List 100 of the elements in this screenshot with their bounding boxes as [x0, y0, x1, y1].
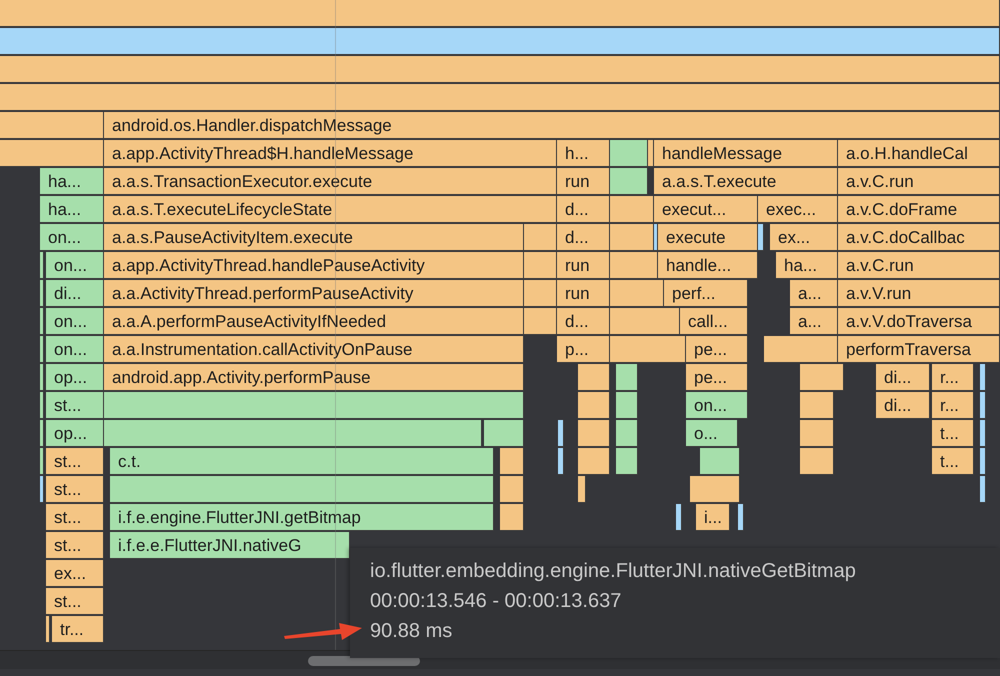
call-frame[interactable]: a.v.V.doTraversa	[838, 308, 1000, 335]
call-frame[interactable]: a.a.A.performPauseActivityIfNeeded	[104, 308, 524, 335]
call-frame[interactable]: handle...	[658, 252, 758, 279]
call-frame[interactable]: p...	[557, 336, 610, 363]
call-frame[interactable]	[40, 336, 44, 363]
call-frame[interactable]: performTraversa	[838, 336, 1000, 363]
call-frame[interactable]	[980, 448, 986, 475]
call-frame[interactable]	[558, 420, 564, 447]
call-frame[interactable]	[110, 476, 494, 503]
call-frame[interactable]: d...	[557, 196, 610, 223]
call-frame[interactable]	[738, 504, 744, 531]
call-frame[interactable]	[610, 140, 648, 167]
call-frame[interactable]	[524, 280, 557, 307]
call-frame[interactable]: a.a.s.T.execute	[654, 168, 838, 195]
call-frame[interactable]: t...	[932, 448, 974, 475]
call-frame[interactable]: i.f.e.e.FlutterJNI.nativeG	[110, 532, 350, 559]
call-frame[interactable]: a.a.Instrumentation.callActivityOnPause	[104, 336, 524, 363]
call-frame[interactable]: ex...	[46, 560, 104, 587]
call-frame[interactable]	[500, 476, 524, 503]
call-frame[interactable]	[40, 448, 44, 475]
call-frame[interactable]	[610, 336, 686, 363]
call-frame[interactable]: perf...	[664, 280, 748, 307]
call-frame[interactable]: di...	[46, 280, 104, 307]
call-frame[interactable]: on...	[46, 308, 104, 335]
call-frame[interactable]	[648, 140, 654, 167]
call-frame[interactable]: tr...	[52, 616, 104, 643]
call-frame[interactable]: pe...	[686, 336, 748, 363]
call-frame[interactable]: a.a.s.TransactionExecutor.execute	[104, 168, 557, 195]
call-frame[interactable]: a.v.C.doCallbac	[838, 224, 1000, 251]
call-frame[interactable]: run	[557, 168, 610, 195]
call-frame[interactable]: st...	[46, 588, 104, 615]
call-frame[interactable]: st...	[46, 504, 104, 531]
call-frame[interactable]	[578, 392, 610, 419]
call-frame[interactable]	[40, 252, 44, 279]
call-frame[interactable]: exec...	[758, 196, 838, 223]
call-frame[interactable]: on...	[46, 336, 104, 363]
call-frame[interactable]	[616, 392, 638, 419]
call-frame[interactable]: execut...	[654, 196, 758, 223]
call-frame[interactable]	[616, 420, 638, 447]
call-frame[interactable]	[654, 224, 658, 251]
call-frame[interactable]: d...	[557, 224, 610, 251]
call-frame[interactable]: h...	[557, 140, 610, 167]
call-frame[interactable]	[46, 616, 50, 643]
call-frame[interactable]: on...	[46, 252, 104, 279]
call-frame[interactable]	[40, 476, 44, 503]
call-frame[interactable]	[610, 224, 654, 251]
call-frame[interactable]: on...	[686, 392, 748, 419]
call-frame[interactable]	[616, 448, 638, 475]
call-frame[interactable]	[610, 252, 658, 279]
call-frame[interactable]: st...	[46, 532, 104, 559]
call-frame[interactable]: ex...	[770, 224, 838, 251]
call-frame[interactable]	[40, 364, 44, 391]
call-frame[interactable]	[500, 504, 524, 531]
call-frame[interactable]	[40, 308, 44, 335]
call-frame[interactable]: st...	[46, 476, 104, 503]
call-frame[interactable]: android.app.Activity.performPause	[104, 364, 524, 391]
call-frame[interactable]	[40, 392, 44, 419]
call-frame[interactable]: call...	[680, 308, 748, 335]
call-frame[interactable]: a.app.ActivityThread$H.handleMessage	[104, 140, 557, 167]
call-frame[interactable]: a.o.H.handleCal	[838, 140, 1000, 167]
call-frame[interactable]: pe...	[686, 364, 748, 391]
call-frame[interactable]: r...	[932, 392, 974, 419]
call-frame[interactable]	[484, 420, 524, 447]
call-frame[interactable]	[800, 392, 834, 419]
call-frame[interactable]	[524, 308, 557, 335]
call-frame[interactable]	[980, 420, 986, 447]
call-frame[interactable]: op...	[46, 364, 104, 391]
call-frame[interactable]: t...	[932, 420, 974, 447]
call-frame[interactable]	[676, 504, 682, 531]
call-frame[interactable]	[690, 476, 740, 503]
call-frame[interactable]	[758, 224, 764, 251]
call-frame[interactable]	[40, 420, 44, 447]
call-frame[interactable]	[610, 168, 648, 195]
call-frame[interactable]: android.os.Handler.dispatchMessage	[104, 112, 1000, 139]
call-frame[interactable]	[0, 112, 104, 139]
call-frame[interactable]	[980, 476, 986, 503]
call-frame[interactable]	[610, 280, 664, 307]
call-frame[interactable]	[616, 364, 638, 391]
call-frame[interactable]: a.v.C.run	[838, 252, 1000, 279]
call-frame[interactable]: i...	[696, 504, 730, 531]
call-frame[interactable]	[980, 364, 986, 391]
call-frame[interactable]	[40, 280, 44, 307]
call-frame[interactable]: execute	[658, 224, 758, 251]
call-frame[interactable]: run	[557, 252, 610, 279]
call-frame[interactable]	[700, 448, 740, 475]
call-frame[interactable]: st...	[46, 392, 104, 419]
call-frame[interactable]	[104, 392, 524, 419]
call-frame[interactable]	[800, 420, 834, 447]
call-frame[interactable]: ha...	[40, 196, 104, 223]
call-frame[interactable]	[578, 364, 610, 391]
call-frame[interactable]	[610, 308, 680, 335]
call-frame[interactable]	[980, 392, 986, 419]
call-frame[interactable]: ha...	[776, 252, 838, 279]
call-frame[interactable]: on...	[40, 224, 104, 251]
call-frame[interactable]	[500, 448, 524, 475]
call-frame[interactable]: r...	[932, 364, 974, 391]
call-frame[interactable]	[0, 0, 1000, 27]
call-frame[interactable]: o...	[686, 420, 738, 447]
call-frame[interactable]: op...	[46, 420, 104, 447]
call-frame[interactable]: i.f.e.engine.FlutterJNI.getBitmap	[110, 504, 494, 531]
